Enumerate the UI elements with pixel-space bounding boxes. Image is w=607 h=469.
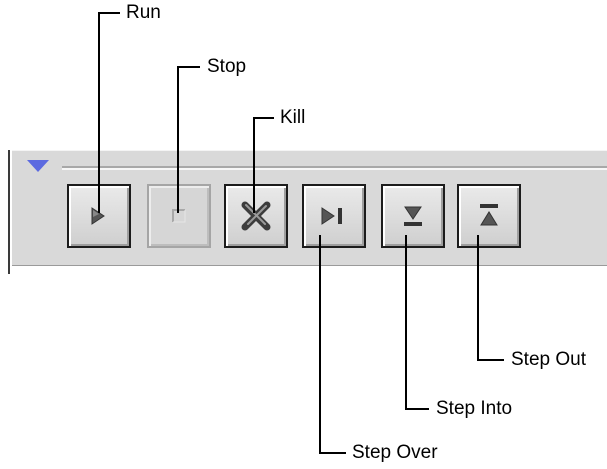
- step-into-label: Step Into: [436, 398, 513, 419]
- step-over-leader-line: [319, 235, 346, 454]
- stop-label: Stop: [207, 56, 247, 77]
- run-leader-line: [98, 12, 120, 213]
- callout-lines: [98, 12, 504, 454]
- step-over-label: Step Over: [352, 442, 438, 463]
- kill-leader-line: [253, 117, 274, 213]
- stop-leader-line: [177, 66, 200, 213]
- run-label: Run: [126, 2, 161, 23]
- debugger-toolbar-diagram: { "callouts": { "run": "Run", "stop": "S…: [0, 0, 607, 469]
- step-into-leader-line: [405, 235, 429, 410]
- kill-label: Kill: [280, 107, 306, 128]
- step-out-label: Step Out: [511, 349, 586, 370]
- step-out-leader-line: [477, 235, 504, 361]
